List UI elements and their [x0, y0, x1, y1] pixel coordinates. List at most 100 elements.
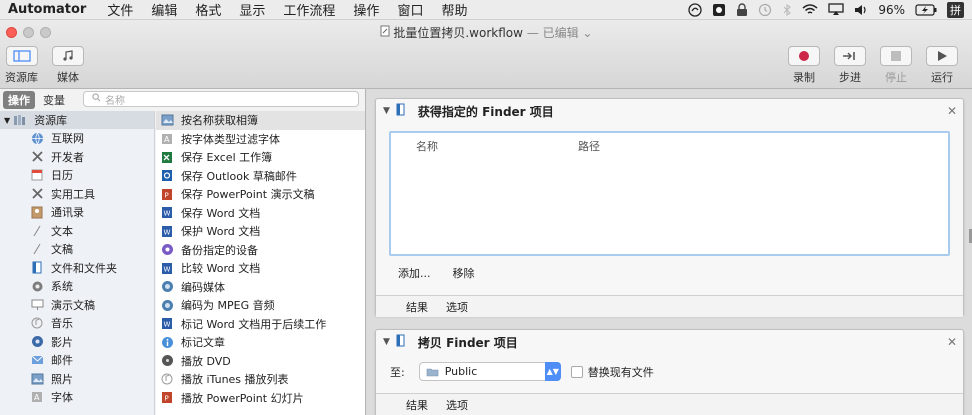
library-item[interactable]: 文稿: [0, 240, 154, 259]
input-method-icon[interactable]: 拼: [947, 1, 964, 18]
time-machine-icon[interactable]: [758, 3, 772, 17]
step-button[interactable]: 步进: [834, 46, 866, 85]
step-icon: [834, 46, 866, 66]
library-item[interactable]: 实用工具: [0, 185, 154, 204]
action-item[interactable]: W 保存 Word 文档: [156, 204, 365, 223]
search-input[interactable]: 名称: [83, 91, 359, 107]
library-item[interactable]: 文本: [0, 222, 154, 241]
action-item[interactable]: P 保存 PowerPoint 演示文稿: [156, 185, 365, 204]
svg-text:W: W: [164, 265, 171, 273]
library-item[interactable]: 日历: [0, 166, 154, 185]
lock-icon[interactable]: [736, 2, 748, 17]
record-button-label: 录制: [793, 71, 815, 84]
action-card-header: ▼ 拷贝 Finder 项目: [376, 330, 963, 354]
column-header-name[interactable]: 名称: [416, 138, 438, 154]
record-button[interactable]: 录制: [788, 46, 820, 85]
menu-workflow[interactable]: 工作流程: [274, 0, 344, 19]
wifi-icon[interactable]: [802, 3, 818, 16]
disclosure-down-icon[interactable]: ▼: [383, 106, 390, 116]
options-tab[interactable]: 选项: [446, 299, 468, 315]
battery-percent[interactable]: 96%: [878, 3, 905, 17]
library-item[interactable]: 通讯录: [0, 203, 154, 222]
library-item[interactable]: 文件和文件夹: [0, 259, 154, 278]
action-item[interactable]: 保存 Excel 工作簿: [156, 148, 365, 167]
action-item[interactable]: 按名称获取相簿: [156, 111, 365, 130]
action-item[interactable]: 编码媒体: [156, 278, 365, 297]
action-item-label: 播放 DVD: [181, 354, 231, 368]
library-item[interactable]: 音乐: [0, 314, 154, 333]
checkbox-box[interactable]: [570, 365, 583, 378]
airplay-icon[interactable]: [828, 3, 844, 16]
menu-file[interactable]: 文件: [98, 0, 142, 19]
svg-text:W: W: [164, 228, 171, 236]
results-tab[interactable]: 结果: [406, 299, 428, 315]
finder-item-icon: [396, 334, 406, 350]
action-item[interactable]: 保存 Outlook 草稿邮件: [156, 167, 365, 186]
action-item[interactable]: 备份指定的设备: [156, 241, 365, 260]
menu-view[interactable]: 显示: [230, 0, 274, 19]
action-item[interactable]: 编码为 MPEG 音频: [156, 296, 365, 315]
close-icon[interactable]: ✕: [947, 335, 957, 349]
close-icon[interactable]: ✕: [947, 104, 957, 118]
column-header-path[interactable]: 路径: [578, 138, 600, 154]
app-menu[interactable]: Automator: [0, 2, 98, 17]
tab-actions[interactable]: 操作: [3, 90, 35, 109]
library-item-label: 文本: [51, 224, 73, 238]
library-item[interactable]: 系统: [0, 277, 154, 296]
action-card-footer: 结果 选项: [376, 295, 963, 317]
action-item[interactable]: P 播放 PowerPoint 幻灯片: [156, 389, 365, 408]
options-tab[interactable]: 选项: [446, 397, 468, 413]
menu-edit[interactable]: 编辑: [142, 0, 186, 19]
library-item[interactable]: 演示文稿: [0, 296, 154, 315]
pen-icon: [30, 224, 44, 238]
add-button[interactable]: 添加...: [398, 265, 431, 281]
run-button[interactable]: 运行: [926, 46, 958, 85]
menu-format[interactable]: 格式: [186, 0, 230, 19]
library-item[interactable]: 照片: [0, 370, 154, 389]
library-button-label: 资源库: [5, 71, 38, 84]
volume-icon[interactable]: [854, 4, 868, 16]
swirl-icon[interactable]: [688, 2, 702, 17]
library-item-label: 影片: [51, 335, 73, 349]
action-item[interactable]: 标记文章: [156, 333, 365, 352]
finder-items-table[interactable]: 名称 路径: [389, 131, 950, 256]
disclosure-down-icon[interactable]: ▼: [383, 337, 390, 347]
bluetooth-icon[interactable]: [782, 3, 792, 17]
library-item-label: 互联网: [51, 132, 84, 146]
library-item[interactable]: 开发者: [0, 148, 154, 167]
menu-actions[interactable]: 操作: [344, 0, 388, 19]
battery-icon[interactable]: [915, 3, 937, 16]
disclosure-down-icon[interactable]: ▼: [4, 116, 10, 125]
results-tab[interactable]: 结果: [406, 397, 428, 413]
tab-variables[interactable]: 变量: [38, 91, 70, 109]
library-item[interactable]: 邮件: [0, 351, 154, 370]
media-button[interactable]: 媒体: [52, 46, 84, 85]
stop-button[interactable]: 停止: [880, 46, 912, 85]
destination-row: 至: Public ▲▼ 替换现有文件: [390, 362, 654, 381]
menu-help[interactable]: 帮助: [432, 0, 476, 19]
library-item[interactable]: 影片: [0, 333, 154, 352]
action-item[interactable]: A 按字体类型过滤字体: [156, 130, 365, 149]
destination-popup[interactable]: Public ▲▼: [418, 362, 561, 381]
chevron-updown-icon[interactable]: ▲▼: [544, 362, 561, 381]
replace-existing-checkbox[interactable]: 替换现有文件: [570, 364, 654, 380]
action-item[interactable]: W 保护 Word 文档: [156, 222, 365, 241]
action-item-label: 按名称获取相簿: [181, 114, 258, 128]
action-item[interactable]: W 比较 Word 文档: [156, 259, 365, 278]
library-item[interactable]: A 字体: [0, 388, 154, 407]
info-icon: [160, 335, 174, 349]
library-item[interactable]: 互联网: [0, 129, 154, 148]
library-header[interactable]: ▼ 资源库: [0, 111, 154, 129]
chevron-down-icon[interactable]: ⌄: [582, 26, 592, 40]
workflow-filename[interactable]: 批量位置拷贝.workflow: [393, 26, 523, 40]
powerpoint-icon: P: [160, 187, 174, 201]
dvd-icon: [160, 354, 174, 368]
action-item-label: 保护 Word 文档: [181, 225, 261, 239]
menu-window[interactable]: 窗口: [388, 0, 432, 19]
app-status-icon[interactable]: [712, 3, 726, 17]
remove-button[interactable]: 移除: [453, 265, 475, 281]
action-item[interactable]: 播放 iTunes 播放列表: [156, 370, 365, 389]
action-item[interactable]: 播放 DVD: [156, 352, 365, 371]
library-button[interactable]: 资源库: [5, 46, 38, 85]
action-item[interactable]: W 标记 Word 文档用于后续工作: [156, 315, 365, 334]
